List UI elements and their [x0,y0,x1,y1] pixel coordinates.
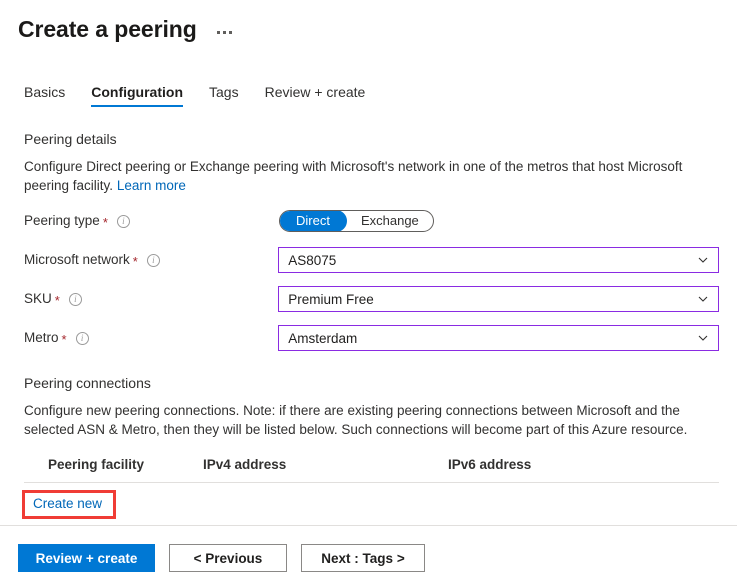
page-header: Create a peering [0,0,737,46]
toggle-option-direct[interactable]: Direct [279,211,347,231]
peering-type-label: Peering type * i [24,212,279,230]
ellipsis-dot [222,30,226,34]
peering-connections-description: Configure new peering connections. Note:… [24,403,688,437]
column-header-ipv6-address: IPv6 address [448,457,532,472]
learn-more-link[interactable]: Learn more [117,178,186,193]
required-asterisk: * [132,254,138,269]
toggle-option-exchange[interactable]: Exchange [347,211,433,231]
create-new-row: Create new [22,483,719,519]
metro-row: Metro * i Amsterdam [24,325,719,351]
peering-connections-table: Peering facility IPv4 address IPv6 addre… [22,457,719,519]
footer-divider [0,525,737,526]
tab-configuration[interactable]: Configuration [91,83,183,107]
more-options-icon[interactable] [215,27,234,38]
peering-details-description: Configure Direct peering or Exchange pee… [24,157,719,195]
chevron-down-icon [698,255,708,265]
tab-tags[interactable]: Tags [209,83,239,107]
sku-label: SKU * i [24,290,278,308]
peering-type-toggle[interactable]: Direct Exchange [279,210,434,232]
peering-type-label-text: Peering type [24,213,100,228]
microsoft-network-row: Microsoft network * i AS8075 [24,247,719,273]
info-icon[interactable]: i [68,292,82,306]
sku-label-text: SKU [24,291,52,306]
next-tags-button[interactable]: Next : Tags > [301,544,425,572]
peering-connections-heading: Peering connections [24,375,151,391]
chevron-down-icon [698,294,708,304]
microsoft-network-label-text: Microsoft network [24,252,130,267]
required-asterisk: * [61,332,67,347]
tab-bar: Basics Configuration Tags Review + creat… [0,79,737,107]
microsoft-network-label: Microsoft network * i [24,251,278,269]
info-icon[interactable]: i [146,253,160,267]
table-header-row: Peering facility IPv4 address IPv6 addre… [24,457,719,482]
column-header-peering-facility: Peering facility [48,457,145,472]
metro-value: Amsterdam [288,330,358,346]
tab-review-create[interactable]: Review + create [265,83,366,107]
footer-actions: Review + create < Previous Next : Tags > [18,544,425,572]
sku-value: Premium Free [288,291,374,307]
peering-type-row: Peering type * i Direct Exchange [24,208,719,234]
microsoft-network-value: AS8075 [288,252,337,268]
sku-row: SKU * i Premium Free [24,286,719,312]
create-new-link[interactable]: Create new [33,496,102,511]
ellipsis-dot [228,30,232,34]
microsoft-network-dropdown[interactable]: AS8075 [278,247,719,273]
info-icon[interactable]: i [116,214,130,228]
create-new-annotation-box: Create new [22,490,117,519]
required-asterisk: * [102,215,108,230]
chevron-down-icon [698,333,708,343]
peering-details-heading: Peering details [24,131,117,147]
info-icon[interactable]: i [75,331,89,345]
review-create-button[interactable]: Review + create [18,544,155,572]
main-content: Peering details Configure Direct peering… [0,129,737,519]
previous-button[interactable]: < Previous [169,544,287,572]
column-header-ipv4-address: IPv4 address [203,457,287,472]
page-title: Create a peering [18,16,197,42]
sku-dropdown[interactable]: Premium Free [278,286,719,312]
metro-label-text: Metro [24,330,59,345]
metro-label: Metro * i [24,329,278,347]
ellipsis-dot [216,30,220,34]
required-asterisk: * [54,293,60,308]
metro-dropdown[interactable]: Amsterdam [278,325,719,351]
tab-basics[interactable]: Basics [24,83,65,107]
